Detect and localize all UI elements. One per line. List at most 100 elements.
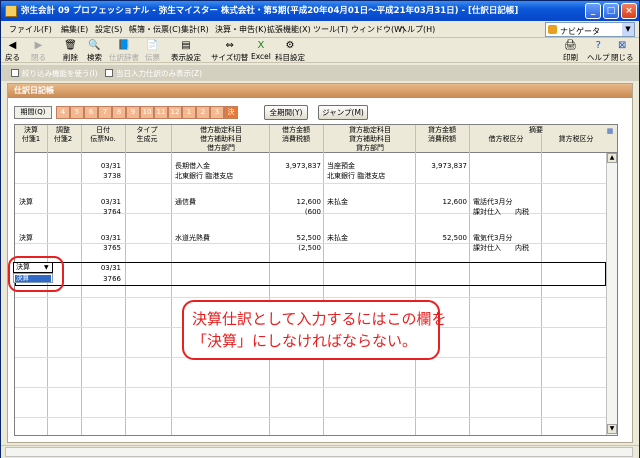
- size-toggle-button[interactable]: ⇔ サイズ切替: [211, 40, 248, 63]
- scroll-down-icon[interactable]: ▼: [607, 424, 617, 434]
- book-icon: 📘: [117, 40, 131, 51]
- maximize-button[interactable]: □: [603, 3, 619, 19]
- month-tab-10[interactable]: 10: [140, 106, 154, 119]
- cell-debit-tax: (600: [304, 208, 321, 216]
- horizontal-scrollbar[interactable]: [5, 447, 633, 457]
- menu-file[interactable]: ファイル(F): [9, 21, 52, 38]
- navigator-dropdown[interactable]: ナビゲータ ▼: [545, 22, 635, 37]
- month-tab-6[interactable]: 6: [84, 106, 98, 119]
- cell-debit-account: 長期借入金: [175, 162, 210, 170]
- month-tab-12[interactable]: 12: [168, 106, 182, 119]
- annotation-line-2: 「決算」にしなければならない。: [192, 332, 418, 350]
- slip-button[interactable]: 📄 伝票: [145, 40, 160, 63]
- title-bar: 弥生会計 09 プロフェッショナル - 弥生マイスター 株式会社・第5期(平成2…: [1, 1, 639, 21]
- journal-panel: 仕訳日記帳 期間(Q) 4 5 6 7 8 9 10 11 12 1 2 3 決…: [7, 83, 633, 443]
- menu-edit[interactable]: 編集(E): [61, 21, 88, 38]
- month-tab-5[interactable]: 5: [70, 106, 84, 119]
- journal-grid: 決算 調整 日付 タイプ 付箋1 付箋2 伝票No. 生成元 借方勘定科目 借方…: [14, 124, 618, 436]
- option-bar: 絞り込み機能を使う(I) 当日入力仕訳のみ表示(Z): [1, 65, 639, 81]
- month-tab-8[interactable]: 8: [112, 106, 126, 119]
- header-summary: 摘要: [529, 126, 543, 134]
- menu-books[interactable]: 帳簿・伝票(C): [129, 21, 181, 38]
- search-button[interactable]: 🔍 検索: [87, 40, 102, 63]
- checkbox-icon: [105, 69, 113, 77]
- menu-help[interactable]: ヘルプ(H): [399, 21, 435, 38]
- search-icon: 🔍: [88, 40, 101, 51]
- cell-debit-amount: 52,500: [296, 234, 322, 242]
- scroll-up-icon[interactable]: ▲: [607, 153, 617, 163]
- app-icon: [5, 5, 17, 17]
- cell-debit-amount: 12,600: [296, 198, 322, 206]
- display-settings-button[interactable]: ▤ 表示設定: [171, 40, 201, 63]
- back-arrow-icon: ◀: [8, 40, 17, 51]
- back-button[interactable]: ◀ 戻る: [5, 40, 20, 63]
- excel-icon: X: [257, 40, 265, 51]
- cell-debit-tax: (2,500: [298, 244, 321, 252]
- header-credit-tax: 消費税額: [428, 135, 456, 143]
- checkbox-icon: [11, 69, 19, 77]
- header-credit-dept: 貸方部門: [356, 144, 384, 152]
- slip-icon: 📄: [146, 40, 159, 51]
- month-tab-1[interactable]: 1: [182, 106, 196, 119]
- header-date: 日付: [96, 126, 110, 134]
- month-tab-7[interactable]: 7: [98, 106, 112, 119]
- column-settings-icon[interactable]: ▦: [605, 127, 615, 136]
- close-button[interactable]: ×: [621, 3, 637, 19]
- menu-bar: ファイル(F) 編集(E) 設定(S) 帳簿・伝票(C) 集計(R) 決算・申告…: [1, 21, 639, 38]
- month-tab-3[interactable]: 3: [210, 106, 224, 119]
- menu-tools[interactable]: ツール(T): [313, 21, 348, 38]
- cell-slip-no: 3765: [103, 244, 121, 252]
- delete-button[interactable]: 🗑 削除: [63, 40, 78, 63]
- period-button[interactable]: 期間(Q): [14, 106, 52, 119]
- header-credit-taxclass: 貸方税区分: [558, 135, 594, 143]
- grid-header: 決算 調整 日付 タイプ 付箋1 付箋2 伝票No. 生成元 借方勘定科目 借方…: [15, 125, 617, 153]
- cell-credit-account: 未払金: [327, 234, 348, 242]
- month-tab-9[interactable]: 9: [126, 106, 140, 119]
- header-fusen1: 付箋1: [21, 135, 41, 143]
- menu-extensions[interactable]: 拡張機能(X): [267, 21, 311, 38]
- all-period-button[interactable]: 全期間(Y): [264, 105, 308, 120]
- header-debit-taxclass: 借方税区分: [488, 135, 524, 143]
- annotation-line-1: 決算仕訳として入力するにはこの欄を: [192, 310, 447, 328]
- help-button[interactable]: ? ヘルプ: [587, 40, 610, 63]
- month-tab-11[interactable]: 11: [154, 106, 168, 119]
- excel-button[interactable]: X Excel: [251, 40, 271, 61]
- month-tab-closing[interactable]: 決: [224, 106, 238, 119]
- cell-debit-taxclass: 課対仕入: [473, 244, 501, 252]
- forward-arrow-icon: ▶: [34, 40, 43, 51]
- menu-summary[interactable]: 集計(R): [181, 21, 209, 38]
- print-button[interactable]: 🖨 印刷: [563, 40, 578, 63]
- cell-date: 03/31: [100, 234, 121, 242]
- status-bar: [1, 445, 639, 458]
- jump-button[interactable]: ジャンプ(M): [318, 105, 368, 120]
- minimize-button[interactable]: _: [585, 3, 601, 19]
- cell-date: 03/31: [100, 198, 121, 206]
- header-credit-sub: 貸方補助科目: [349, 135, 391, 143]
- menu-closing[interactable]: 決算・申告(K): [215, 21, 267, 38]
- header-kessan: 決算: [24, 126, 38, 134]
- account-settings-button[interactable]: ⚙ 科目設定: [275, 40, 305, 63]
- journal-dictionary-button[interactable]: 📘 仕訳辞書: [109, 40, 139, 63]
- cell-date: 03/31: [100, 162, 121, 170]
- today-only-checkbox[interactable]: 当日入力仕訳のみ表示(Z): [105, 68, 202, 79]
- filter-checkbox[interactable]: 絞り込み機能を使う(I): [11, 68, 98, 79]
- forward-button[interactable]: ▶ 閉る: [31, 40, 46, 63]
- close-doc-button[interactable]: ⊠ 閉じる: [611, 40, 634, 63]
- cell-debit-sub: 北東銀行 臨港支店: [175, 172, 234, 180]
- header-fusen2: 付箋2: [53, 135, 73, 143]
- header-slip-no: 伝票No.: [90, 135, 116, 143]
- help-icon: ?: [595, 40, 601, 51]
- cell-credit-account: 当座預金: [327, 162, 355, 170]
- month-tab-4[interactable]: 4: [56, 106, 70, 119]
- cell-credit-taxclass: 内税: [515, 244, 529, 252]
- row-separator: [15, 387, 606, 388]
- month-tab-2[interactable]: 2: [196, 106, 210, 119]
- header-type: タイプ: [136, 126, 158, 134]
- cell-debit-account: 通信費: [175, 198, 196, 206]
- cell-slip-no: 3766: [103, 275, 121, 283]
- vertical-scrollbar[interactable]: ▲ ▼: [606, 153, 617, 435]
- menu-window[interactable]: ウィンドウ(W): [351, 21, 405, 38]
- menu-settings[interactable]: 設定(S): [95, 21, 122, 38]
- header-chosei: 調整: [56, 126, 70, 134]
- row-separator: [15, 297, 606, 298]
